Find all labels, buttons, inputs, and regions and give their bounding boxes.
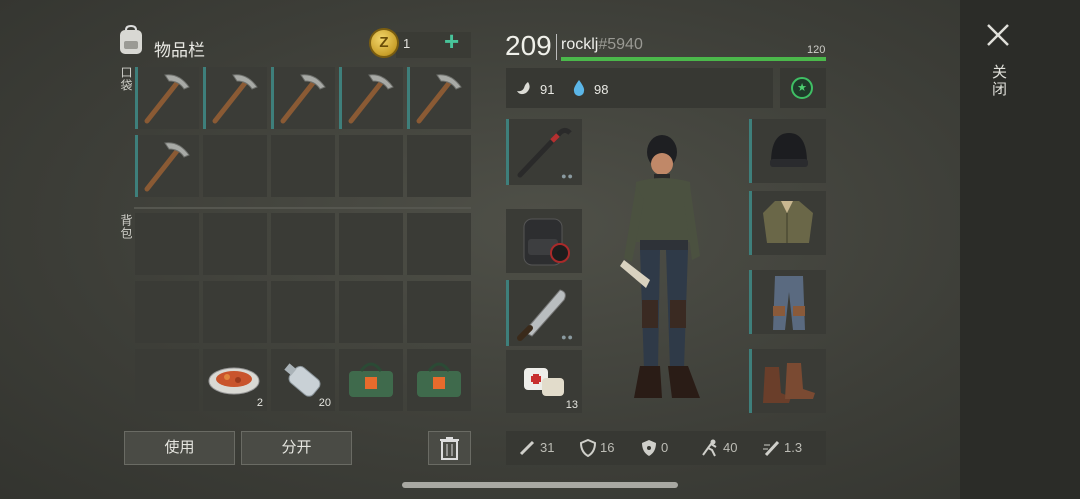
use-button[interactable]: 使用 (124, 431, 235, 465)
backpack-slot-medkit[interactable] (339, 349, 403, 411)
stomach-icon (517, 82, 530, 95)
radiation-value: 0 (661, 440, 669, 455)
backpack-slot-empty[interactable] (339, 281, 403, 343)
section-divider (134, 207, 471, 209)
beanie-icon (770, 133, 808, 167)
medical-bag-icon (417, 362, 461, 397)
backpack-slot-empty[interactable] (135, 281, 199, 343)
equip-slot-feet[interactable] (749, 349, 826, 413)
thirst-value: 98 (594, 82, 609, 97)
inventory-title: 物品栏 (154, 41, 205, 60)
pickaxe-icon (144, 142, 190, 192)
equip-slot-chest[interactable] (749, 191, 826, 255)
pants-icon (773, 276, 805, 330)
equip-slot-backpack[interactable] (506, 209, 582, 273)
hp-max: 120 (807, 44, 826, 56)
water-drop-icon (573, 80, 585, 96)
close-button-label[interactable]: 关闭 (988, 64, 1009, 98)
attack-speed-value: 1.3 (784, 440, 803, 455)
durability-dots: ●● (561, 332, 574, 342)
pickaxe-icon (348, 74, 394, 124)
pocket-slot-empty[interactable] (203, 135, 267, 197)
level-divider (556, 34, 557, 60)
equip-slot-weapon[interactable]: ●● (506, 119, 582, 185)
backpack-label: 背包 (119, 214, 133, 240)
pocket-slot-pickaxe[interactable] (135, 67, 199, 129)
player-level: 209 (505, 30, 552, 61)
pocket-slot-pickaxe[interactable] (203, 67, 267, 129)
pickaxe-icon (416, 74, 462, 124)
durability-dots: ●● (561, 171, 574, 181)
player-name: rocklj#5940 (561, 36, 643, 54)
health-bar (561, 57, 826, 61)
pocket-slot-pickaxe[interactable] (339, 67, 403, 129)
add-coins-button[interactable]: + (444, 28, 459, 54)
delete-button[interactable] (428, 431, 471, 465)
hunger-value: 91 (540, 82, 555, 97)
user-id: #5940 (598, 36, 643, 53)
speed-value: 40 (723, 440, 738, 455)
backpack-slot-empty[interactable] (135, 213, 199, 275)
pocket-slot-pickaxe[interactable] (407, 67, 471, 129)
pickaxe-icon (280, 74, 326, 124)
attack-speed-icon (763, 440, 780, 457)
equip-slot-melee[interactable]: ●● (506, 280, 582, 346)
side-strip (960, 0, 1080, 499)
item-quantity: 13 (565, 399, 578, 411)
backpack-slot-food[interactable]: 2 (203, 349, 267, 411)
star-badge-icon[interactable]: ★ (791, 77, 813, 99)
attack-icon (519, 440, 535, 456)
backpack-slot-empty[interactable] (203, 213, 267, 275)
pocket-label: 口袋 (119, 66, 133, 92)
item-quantity: 2 (256, 397, 263, 409)
backpack-slot-empty[interactable] (135, 349, 199, 411)
backpack-slot-empty[interactable] (339, 213, 403, 275)
jacket-icon (763, 201, 813, 243)
item-quantity: 20 (318, 397, 331, 409)
pocket-slot-empty[interactable] (339, 135, 403, 197)
player-character (620, 135, 700, 398)
boots-icon (763, 363, 815, 403)
attack-value: 31 (540, 440, 555, 455)
backpack-slot-medkit[interactable] (407, 349, 471, 411)
equip-slot-head[interactable] (749, 119, 826, 183)
coin-icon: Z (369, 28, 399, 58)
pocket-slot-empty[interactable] (271, 135, 335, 197)
pickaxe-icon (212, 74, 258, 124)
pocket-slot-pickaxe[interactable] (271, 67, 335, 129)
backpack-item-icon (523, 218, 570, 266)
backpack-slot-empty[interactable] (271, 213, 335, 275)
equip-slot-legs[interactable] (749, 270, 826, 334)
radiation-icon (642, 440, 656, 456)
defense-value: 16 (600, 440, 615, 455)
backpack-slot-empty[interactable] (203, 281, 267, 343)
backpack-slot-water[interactable]: 20 (271, 349, 335, 411)
pickaxe-icon (144, 74, 190, 124)
backpack-slot-empty[interactable] (407, 281, 471, 343)
coin-count: 1 (403, 36, 411, 51)
shield-icon (580, 439, 596, 457)
medical-bag-icon (349, 362, 393, 397)
split-button[interactable]: 分开 (241, 431, 352, 465)
home-indicator[interactable] (402, 482, 678, 488)
pocket-slot-empty[interactable] (407, 135, 471, 197)
close-icon[interactable] (985, 22, 1011, 48)
equip-slot-medkit[interactable]: 13 (506, 350, 582, 413)
trash-icon (440, 437, 459, 460)
backpack-slot-empty[interactable] (407, 213, 471, 275)
backpack-slot-empty[interactable] (271, 281, 335, 343)
pocket-slot-pickaxe[interactable] (135, 135, 199, 197)
running-icon (702, 439, 717, 457)
backpack-icon (120, 24, 142, 54)
username: rocklj (561, 36, 599, 53)
